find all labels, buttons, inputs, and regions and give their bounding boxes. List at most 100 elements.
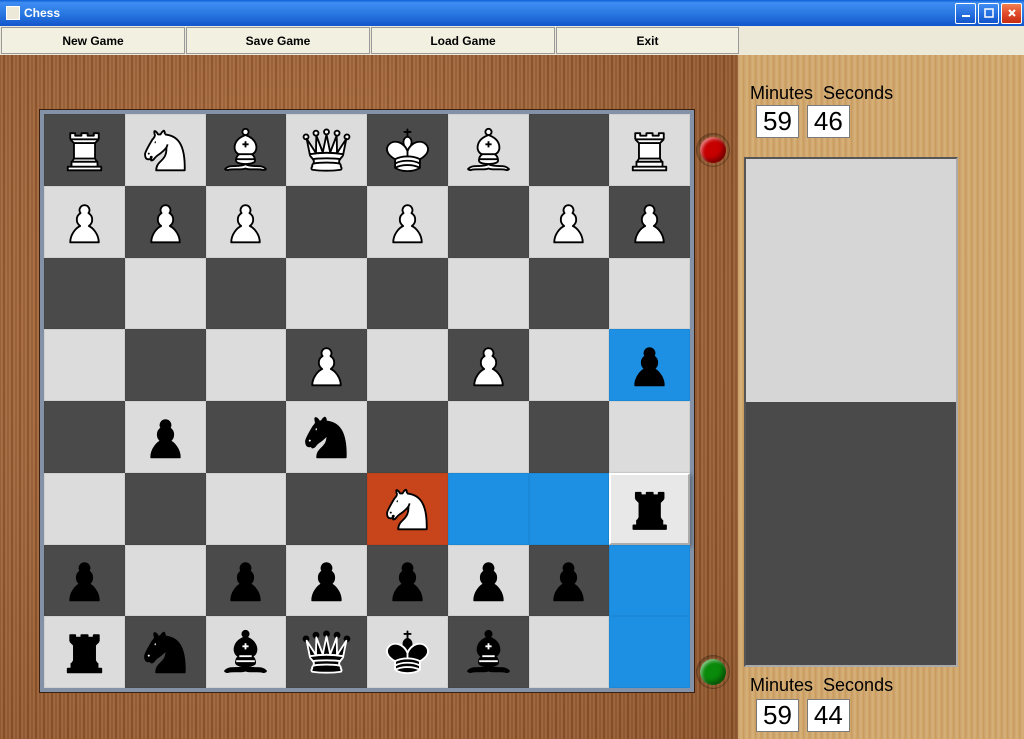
square-g4[interactable] — [529, 401, 610, 473]
save-game-button[interactable]: Save Game — [186, 27, 370, 54]
square-c8[interactable] — [206, 114, 287, 186]
clock-labels-top: Minutes Seconds — [750, 83, 893, 104]
square-h3[interactable] — [609, 473, 690, 545]
white-pawn-icon — [295, 337, 358, 393]
new-game-button[interactable]: New Game — [1, 27, 185, 54]
clock-values-top: 59 46 — [756, 105, 850, 138]
square-f7[interactable] — [448, 186, 529, 258]
square-g7[interactable] — [529, 186, 610, 258]
chess-board[interactable] — [44, 114, 690, 688]
square-e1[interactable] — [367, 616, 448, 688]
board-frame — [40, 110, 694, 692]
minutes-label-top: Minutes — [750, 83, 813, 104]
square-c2[interactable] — [206, 545, 287, 617]
load-game-button[interactable]: Load Game — [371, 27, 555, 54]
black-king-icon — [376, 624, 439, 680]
square-g1[interactable] — [529, 616, 610, 688]
white-bishop-icon — [457, 122, 520, 178]
square-b1[interactable] — [125, 616, 206, 688]
square-b2[interactable] — [125, 545, 206, 617]
square-c7[interactable] — [206, 186, 287, 258]
square-e4[interactable] — [367, 401, 448, 473]
black-bishop-icon — [457, 624, 520, 680]
black-bishop-icon — [214, 624, 277, 680]
clock-values-bottom: 59 44 — [756, 699, 850, 732]
white-queen-icon — [295, 122, 358, 178]
minutes-bottom: 59 — [756, 699, 799, 732]
square-h2[interactable] — [609, 545, 690, 617]
square-h6[interactable] — [609, 258, 690, 330]
clock-labels-bottom: Minutes Seconds — [750, 675, 893, 696]
square-g3[interactable] — [529, 473, 610, 545]
square-f4[interactable] — [448, 401, 529, 473]
square-f2[interactable] — [448, 545, 529, 617]
black-rook-icon — [53, 624, 116, 680]
white-pawn-icon — [537, 194, 600, 250]
square-d6[interactable] — [286, 258, 367, 330]
exit-button[interactable]: Exit — [556, 27, 739, 54]
square-h5[interactable] — [609, 329, 690, 401]
square-h8[interactable] — [609, 114, 690, 186]
close-button[interactable] — [1001, 3, 1022, 24]
square-g2[interactable] — [529, 545, 610, 617]
square-e2[interactable] — [367, 545, 448, 617]
square-g8[interactable] — [529, 114, 610, 186]
turn-indicator-bottom — [700, 659, 726, 685]
minimize-button[interactable] — [955, 3, 976, 24]
square-a1[interactable] — [44, 616, 125, 688]
square-a6[interactable] — [44, 258, 125, 330]
square-b6[interactable] — [125, 258, 206, 330]
square-f8[interactable] — [448, 114, 529, 186]
square-b3[interactable] — [125, 473, 206, 545]
square-e6[interactable] — [367, 258, 448, 330]
square-d7[interactable] — [286, 186, 367, 258]
square-h4[interactable] — [609, 401, 690, 473]
black-knight-icon — [295, 409, 358, 465]
square-a7[interactable] — [44, 186, 125, 258]
square-f3[interactable] — [448, 473, 529, 545]
square-b7[interactable] — [125, 186, 206, 258]
square-a8[interactable] — [44, 114, 125, 186]
moves-panel[interactable] — [744, 157, 958, 667]
square-e8[interactable] — [367, 114, 448, 186]
square-f1[interactable] — [448, 616, 529, 688]
square-e5[interactable] — [367, 329, 448, 401]
square-f6[interactable] — [448, 258, 529, 330]
square-g5[interactable] — [529, 329, 610, 401]
square-c4[interactable] — [206, 401, 287, 473]
square-a3[interactable] — [44, 473, 125, 545]
square-h7[interactable] — [609, 186, 690, 258]
square-d4[interactable] — [286, 401, 367, 473]
square-c6[interactable] — [206, 258, 287, 330]
square-b4[interactable] — [125, 401, 206, 473]
title-bar: Chess — [0, 0, 1024, 26]
square-c1[interactable] — [206, 616, 287, 688]
square-f5[interactable] — [448, 329, 529, 401]
square-b8[interactable] — [125, 114, 206, 186]
square-b5[interactable] — [125, 329, 206, 401]
square-h1[interactable] — [609, 616, 690, 688]
square-d8[interactable] — [286, 114, 367, 186]
window-controls — [955, 3, 1022, 24]
square-a5[interactable] — [44, 329, 125, 401]
white-knight-icon — [376, 481, 439, 537]
minutes-top: 59 — [756, 105, 799, 138]
square-e7[interactable] — [367, 186, 448, 258]
square-c5[interactable] — [206, 329, 287, 401]
square-d1[interactable] — [286, 616, 367, 688]
window-title: Chess — [24, 6, 60, 20]
square-e3[interactable] — [367, 473, 448, 545]
square-a2[interactable] — [44, 545, 125, 617]
square-c3[interactable] — [206, 473, 287, 545]
black-knight-icon — [134, 624, 197, 680]
turn-indicator-top — [700, 137, 726, 163]
square-d2[interactable] — [286, 545, 367, 617]
square-d5[interactable] — [286, 329, 367, 401]
square-d3[interactable] — [286, 473, 367, 545]
maximize-button[interactable] — [978, 3, 999, 24]
white-bishop-icon — [214, 122, 277, 178]
black-rook-icon — [619, 482, 680, 536]
square-a4[interactable] — [44, 401, 125, 473]
square-g6[interactable] — [529, 258, 610, 330]
black-pawn-icon — [134, 409, 197, 465]
